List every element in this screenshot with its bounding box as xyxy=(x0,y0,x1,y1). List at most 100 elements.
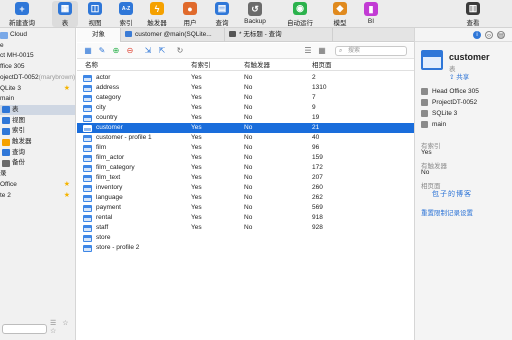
toolbar-index-button[interactable]: A-Z 索引 xyxy=(113,1,139,27)
table-large-icon xyxy=(421,50,443,70)
toolbar-automation-button[interactable]: ◉ 自动运行 xyxy=(282,1,318,27)
table-row[interactable]: store - profile 2 xyxy=(77,243,414,253)
column-header-has-index[interactable]: 有索引 xyxy=(191,60,211,71)
cell-pages: 928 xyxy=(312,224,323,231)
table-row[interactable]: payment Yes No 569 xyxy=(77,203,414,213)
column-header-has-trigger[interactable]: 有触发器 xyxy=(244,60,270,71)
table-row[interactable]: store xyxy=(77,233,414,243)
table-row[interactable]: city Yes No 9 xyxy=(77,103,414,113)
new-table-icon[interactable]: ⊕ xyxy=(111,46,121,56)
toolbar-query-button[interactable]: ▤ 查询 xyxy=(209,1,235,27)
cell-trg: No xyxy=(244,94,253,101)
object-name: customer xyxy=(449,52,490,62)
sidebar-item-label: QLite 3 xyxy=(0,84,21,92)
toolbar-trigger-button[interactable]: ϟ 触发器 xyxy=(144,1,170,27)
cell-pages: 569 xyxy=(312,204,323,211)
toolbar-table-button[interactable]: ▦ 表 xyxy=(52,1,78,27)
table-row[interactable]: film_text Yes No 207 xyxy=(77,173,414,183)
table-row[interactable]: film_category Yes No 172 xyxy=(77,163,414,173)
table-row[interactable]: staff Yes No 928 xyxy=(77,223,414,233)
cell-trg: No xyxy=(244,74,253,81)
sidebar-item[interactable]: 备份 xyxy=(0,158,75,168)
table-icon xyxy=(83,135,92,142)
refresh-icon[interactable]: ↻ xyxy=(175,46,185,56)
trigger-icon xyxy=(2,138,10,146)
table-row[interactable]: category Yes No 7 xyxy=(77,93,414,103)
toolbar-new-query-button[interactable]: + 新建查询 xyxy=(2,1,42,27)
table-row[interactable]: country Yes No 19 xyxy=(77,113,414,123)
star-icon[interactable]: ★ xyxy=(64,84,70,94)
sidebar-item[interactable]: ffice 305 xyxy=(0,62,75,72)
info-panel-header: i ‹› ▤ xyxy=(415,28,512,42)
delete-table-icon[interactable]: ⊖ xyxy=(125,46,135,56)
sidebar-item-label: ffice 305 xyxy=(0,63,25,71)
cell-name: category xyxy=(96,94,121,101)
table-row[interactable]: film Yes No 96 xyxy=(77,143,414,153)
tab-label: * 无标题 - 查询 xyxy=(239,31,282,38)
view-icon xyxy=(2,117,10,125)
table-row[interactable]: address Yes No 1310 xyxy=(77,83,414,93)
sidebar-item[interactable]: 索引 xyxy=(0,126,75,136)
table-icon xyxy=(83,185,92,192)
toolbar-button-label: 触发器 xyxy=(147,20,167,27)
share-link[interactable]: ⇪ 共享 xyxy=(449,71,469,81)
cell-name: film_text xyxy=(96,174,121,181)
sidebar-item[interactable]: 查询 xyxy=(0,148,75,158)
toolbar-button-label: 新建查询 xyxy=(9,20,35,27)
toolbar-bi-button[interactable]: ▮ BI xyxy=(358,1,384,27)
table-row[interactable]: rental Yes No 918 xyxy=(77,213,414,223)
table-row[interactable]: actor Yes No 2 xyxy=(77,73,414,83)
table-row[interactable]: customer Yes No 21 xyxy=(77,123,414,133)
sidebar-item[interactable]: QLite 3 ★ xyxy=(0,84,75,94)
table-row[interactable]: film_actor Yes No 159 xyxy=(77,153,414,163)
tab-untitled-query[interactable]: * 无标题 - 查询 xyxy=(225,28,333,42)
preview-icon[interactable]: ▤ xyxy=(497,31,505,39)
sidebar-item[interactable]: ct MH-0015 xyxy=(0,51,75,61)
sidebar-item[interactable]: 触发器 xyxy=(0,137,75,147)
toolbar-backup-button[interactable]: ↺ Backup xyxy=(242,1,268,27)
table-row[interactable]: customer - profile 1 Yes No 40 xyxy=(77,133,414,143)
sidebar-search-input[interactable] xyxy=(2,324,47,334)
open-table-icon[interactable]: ▦ xyxy=(83,46,93,56)
cell-trg: No xyxy=(244,154,253,161)
cell-idx: Yes xyxy=(191,154,202,161)
ddl-icon[interactable]: ‹› xyxy=(485,31,493,39)
import-icon[interactable]: ⇲ xyxy=(143,46,153,56)
sidebar-item[interactable]: e xyxy=(0,41,75,51)
table-row[interactable]: inventory Yes No 260 xyxy=(77,183,414,193)
object-search-input[interactable]: ⌕ 搜索 xyxy=(335,46,407,56)
info-icon[interactable]: i xyxy=(473,31,481,39)
cell-idx: Yes xyxy=(191,204,202,211)
column-header-name[interactable]: 名称 xyxy=(85,60,98,71)
toolbar-model-button[interactable]: ◆ 模型 xyxy=(327,1,353,27)
list-view-icon[interactable]: ☰ xyxy=(303,46,313,56)
tab-customer-table[interactable]: customer @main(SQLite... xyxy=(121,28,225,42)
sidebar-item[interactable]: Office ★ xyxy=(0,180,75,190)
sidebar-item[interactable]: ojectDT-0052 (marybrown) xyxy=(0,73,75,83)
sidebar-item[interactable]: 表 xyxy=(0,104,75,115)
cell-idx: Yes xyxy=(191,104,202,111)
project-line: ProjectDT-0052 xyxy=(421,99,477,106)
toolbar-view-toggle-button[interactable]: ▥ 查看 xyxy=(460,1,486,27)
star-icon[interactable]: ★ xyxy=(64,191,70,201)
sidebar-item[interactable]: 视图 xyxy=(0,116,75,126)
sidebar-item[interactable]: te 2 ★ xyxy=(0,191,75,201)
info-panel: i ‹› ▤ customer 表 ⇪ 共享 Head Office 305 P… xyxy=(414,28,512,340)
tab-objects[interactable]: 对象 xyxy=(77,28,121,42)
grid-view-icon[interactable]: ▦ xyxy=(317,46,327,56)
sidebar-item[interactable]: main xyxy=(0,94,75,104)
table-row[interactable]: language Yes No 262 xyxy=(77,193,414,203)
sidebar-item[interactable]: 录 xyxy=(0,169,75,179)
cell-name: country xyxy=(96,114,118,121)
star-icon[interactable]: ★ xyxy=(64,180,70,190)
export-icon[interactable]: ⇱ xyxy=(157,46,167,56)
reset-limit-link[interactable]: 重置限制记录设置 xyxy=(421,207,473,217)
toolbar-user-button[interactable]: ● 用户 xyxy=(177,1,203,27)
column-header-pages[interactable]: 相页面 xyxy=(312,60,332,71)
sidebar-item[interactable]: Cloud xyxy=(0,30,75,40)
design-table-icon[interactable]: ✎ xyxy=(97,46,107,56)
connection-icon xyxy=(421,110,428,117)
toolbar-button-label: 视图 xyxy=(88,20,102,27)
sidebar-tools[interactable]: ☰ ☆ ☆ xyxy=(50,319,75,335)
toolbar-view-button[interactable]: ◫ 视图 xyxy=(82,1,108,27)
